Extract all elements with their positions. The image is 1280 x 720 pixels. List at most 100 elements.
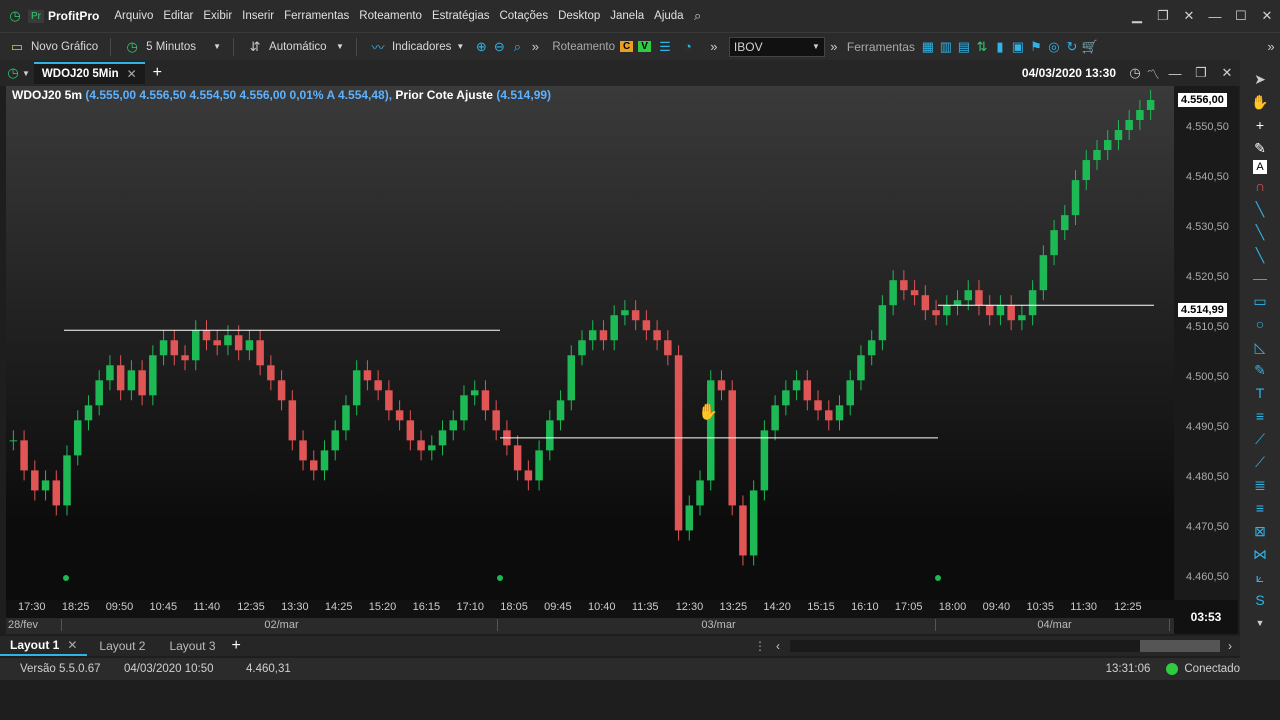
cross-icon[interactable]: ⋈ <box>1247 543 1273 565</box>
text-icon[interactable]: T <box>1247 382 1273 404</box>
zoom-out-icon[interactable]: ⊖ <box>490 38 508 56</box>
crosshair-icon[interactable]: + <box>1247 114 1273 136</box>
close-button[interactable]: ✕ <box>1254 8 1280 24</box>
projection-icon[interactable]: ≣ <box>1247 474 1273 496</box>
menu-item-8[interactable]: Desktop <box>553 10 605 22</box>
close-chart-button[interactable]: ✕ <box>1214 65 1240 81</box>
overflow-icon[interactable]: » <box>526 38 544 56</box>
status-datetime: 04/03/2020 10:50 <box>124 663 214 675</box>
layout-tab-3[interactable]: Layout 3 <box>157 639 227 653</box>
chevron-down-icon[interactable]: ▼ <box>22 69 30 78</box>
trendline-icon[interactable]: ╲ <box>1247 244 1273 266</box>
replay-icon[interactable]: ↻ <box>1063 38 1081 56</box>
circle-icon[interactable]: ○ <box>1247 313 1273 335</box>
candle-body <box>460 395 468 421</box>
grid-icon[interactable]: ▦ <box>919 38 937 56</box>
buy-button[interactable]: C <box>620 41 634 52</box>
chart-canvas[interactable]: WDOJ20 5m (4.555,00 4.556,50 4.554,50 4.… <box>6 86 1174 600</box>
channel-icon[interactable]: ≡ <box>1247 405 1273 427</box>
close-inner-button[interactable]: ✕ <box>1176 8 1202 24</box>
candle-body <box>706 380 715 481</box>
restore-inner-button[interactable]: ❐ <box>1150 8 1176 24</box>
network-icon[interactable]: ⊠ <box>1247 520 1273 542</box>
indicators-button[interactable]: 〰 Indicadores ▼ <box>361 38 472 56</box>
search-icon[interactable]: ⌕ <box>689 7 707 25</box>
add-layout-button[interactable]: + <box>232 637 241 655</box>
lines-icon[interactable]: ≡ <box>1247 497 1273 519</box>
hline-icon[interactable]: — <box>1247 267 1273 289</box>
overflow-icon[interactable]: » <box>825 38 843 56</box>
globe-icon[interactable]: ◎ <box>1045 38 1063 56</box>
maximize-button[interactable]: ☐ <box>1228 8 1254 24</box>
chart-tab[interactable]: WDOJ20 5Min ✕ <box>33 62 145 84</box>
menu-item-0[interactable]: Arquivo <box>109 10 158 22</box>
scroll-left-icon[interactable]: ‹ <box>776 639 780 653</box>
interval-select[interactable]: ◷ 5 Minutos ▼ <box>115 38 229 56</box>
arrows-icon[interactable]: ⇅ <box>973 38 991 56</box>
scroll-right-icon[interactable]: › <box>1228 639 1232 653</box>
overflow-icon[interactable]: » <box>705 38 723 56</box>
book-blue-icon[interactable]: ▮ <box>991 38 1009 56</box>
s-curve-icon[interactable]: S <box>1247 589 1273 611</box>
line-icon[interactable]: ╲ <box>1247 198 1273 220</box>
close-layout-icon[interactable]: ✕ <box>67 638 77 652</box>
cart-icon[interactable]: 🛒 <box>1081 38 1099 56</box>
magnet-icon[interactable]: ∩ <box>1247 175 1273 197</box>
price-axis[interactable]: 4.556,00 4.514,99 4.550,50 4.540,50 4.530,… <box>1174 86 1238 600</box>
zoom-reset-icon[interactable]: ⌕ <box>508 38 526 56</box>
candle-body <box>213 340 221 346</box>
minimize-chart-button[interactable]: — <box>1162 66 1188 81</box>
rectangle-icon[interactable]: ▭ <box>1247 290 1273 312</box>
scale-mode-select[interactable]: ⇵ Automático ▼ <box>238 38 352 56</box>
minimize-inner-button[interactable]: ▁ <box>1124 8 1150 24</box>
ray-icon[interactable]: ╲ <box>1247 221 1273 243</box>
menu-item-6[interactable]: Estratégias <box>427 10 495 22</box>
bars-icon[interactable]: ▥ <box>937 38 955 56</box>
time-axis[interactable]: 17:30 18:25 09:50 10:45 11:40 12:35 13:30 14:25… <box>6 600 1174 618</box>
menu-item-1[interactable]: Editar <box>158 10 198 22</box>
pencil-icon[interactable]: ✎ <box>1247 359 1273 381</box>
more-icon[interactable]: ⋮ <box>754 639 766 653</box>
chevron-down-icon[interactable]: ▼ <box>1247 612 1273 634</box>
menu-item-10[interactable]: Ajuda <box>649 10 688 22</box>
candle-body <box>374 380 382 391</box>
fan-icon[interactable]: ⟋ <box>1247 428 1273 450</box>
menu-item-2[interactable]: Exibir <box>198 10 237 22</box>
menu-item-5[interactable]: Roteamento <box>354 10 427 22</box>
pointer-icon[interactable]: ➤ <box>1247 68 1273 90</box>
table-icon[interactable]: ▣ <box>1009 38 1027 56</box>
angle-icon[interactable]: ⟀ <box>1247 566 1273 588</box>
menu-item-4[interactable]: Ferramentas <box>279 10 354 22</box>
trend-icon[interactable]: 〽 <box>1144 64 1162 82</box>
dashboard-icon[interactable]: ▤ <box>955 38 973 56</box>
menu-item-9[interactable]: Janela <box>605 10 649 22</box>
add-tab-button[interactable]: + <box>153 64 162 82</box>
sell-button[interactable]: V <box>638 41 651 52</box>
layout-tab-2[interactable]: Layout 2 <box>87 639 157 653</box>
candle-body <box>857 355 865 381</box>
chart-tab-title: WDOJ20 5Min <box>41 68 119 80</box>
new-chart-button[interactable]: ▭ Novo Gráfico <box>0 38 106 56</box>
zoom-in-icon[interactable]: ⊕ <box>472 38 490 56</box>
candlestick-chart[interactable] <box>6 86 1174 600</box>
menu-item-7[interactable]: Cotações <box>494 10 553 22</box>
restore-chart-button[interactable]: ❐ <box>1188 65 1214 81</box>
symbol-select[interactable]: IBOV ▼ <box>728 36 825 57</box>
scrollbar-thumb[interactable] <box>1140 640 1220 652</box>
triangle-icon[interactable]: ◺ <box>1247 336 1273 358</box>
book-icon[interactable]: ☰ <box>656 38 674 56</box>
layout-scrollbar[interactable] <box>790 640 1220 652</box>
menu-item-3[interactable]: Inserir <box>237 10 279 22</box>
fibonacci-icon[interactable]: ⟋ <box>1247 451 1273 473</box>
indicators-label: Indicadores <box>391 40 452 53</box>
history-icon[interactable]: ◷ <box>1126 64 1144 82</box>
hand-icon[interactable]: ✋ <box>1247 91 1273 113</box>
flag-icon[interactable]: ⚑ <box>1027 38 1045 56</box>
layout-tab-1[interactable]: Layout 1 ✕ <box>0 636 88 656</box>
overflow-icon[interactable]: » <box>1262 38 1280 56</box>
edit-icon[interactable]: ✎ <box>1247 137 1273 159</box>
close-tab-icon[interactable]: ✕ <box>127 67 137 81</box>
pie-chart-icon[interactable]: ◔ <box>679 38 697 56</box>
text-a-icon[interactable]: A <box>1253 160 1267 174</box>
minimize-button[interactable]: — <box>1202 9 1228 24</box>
